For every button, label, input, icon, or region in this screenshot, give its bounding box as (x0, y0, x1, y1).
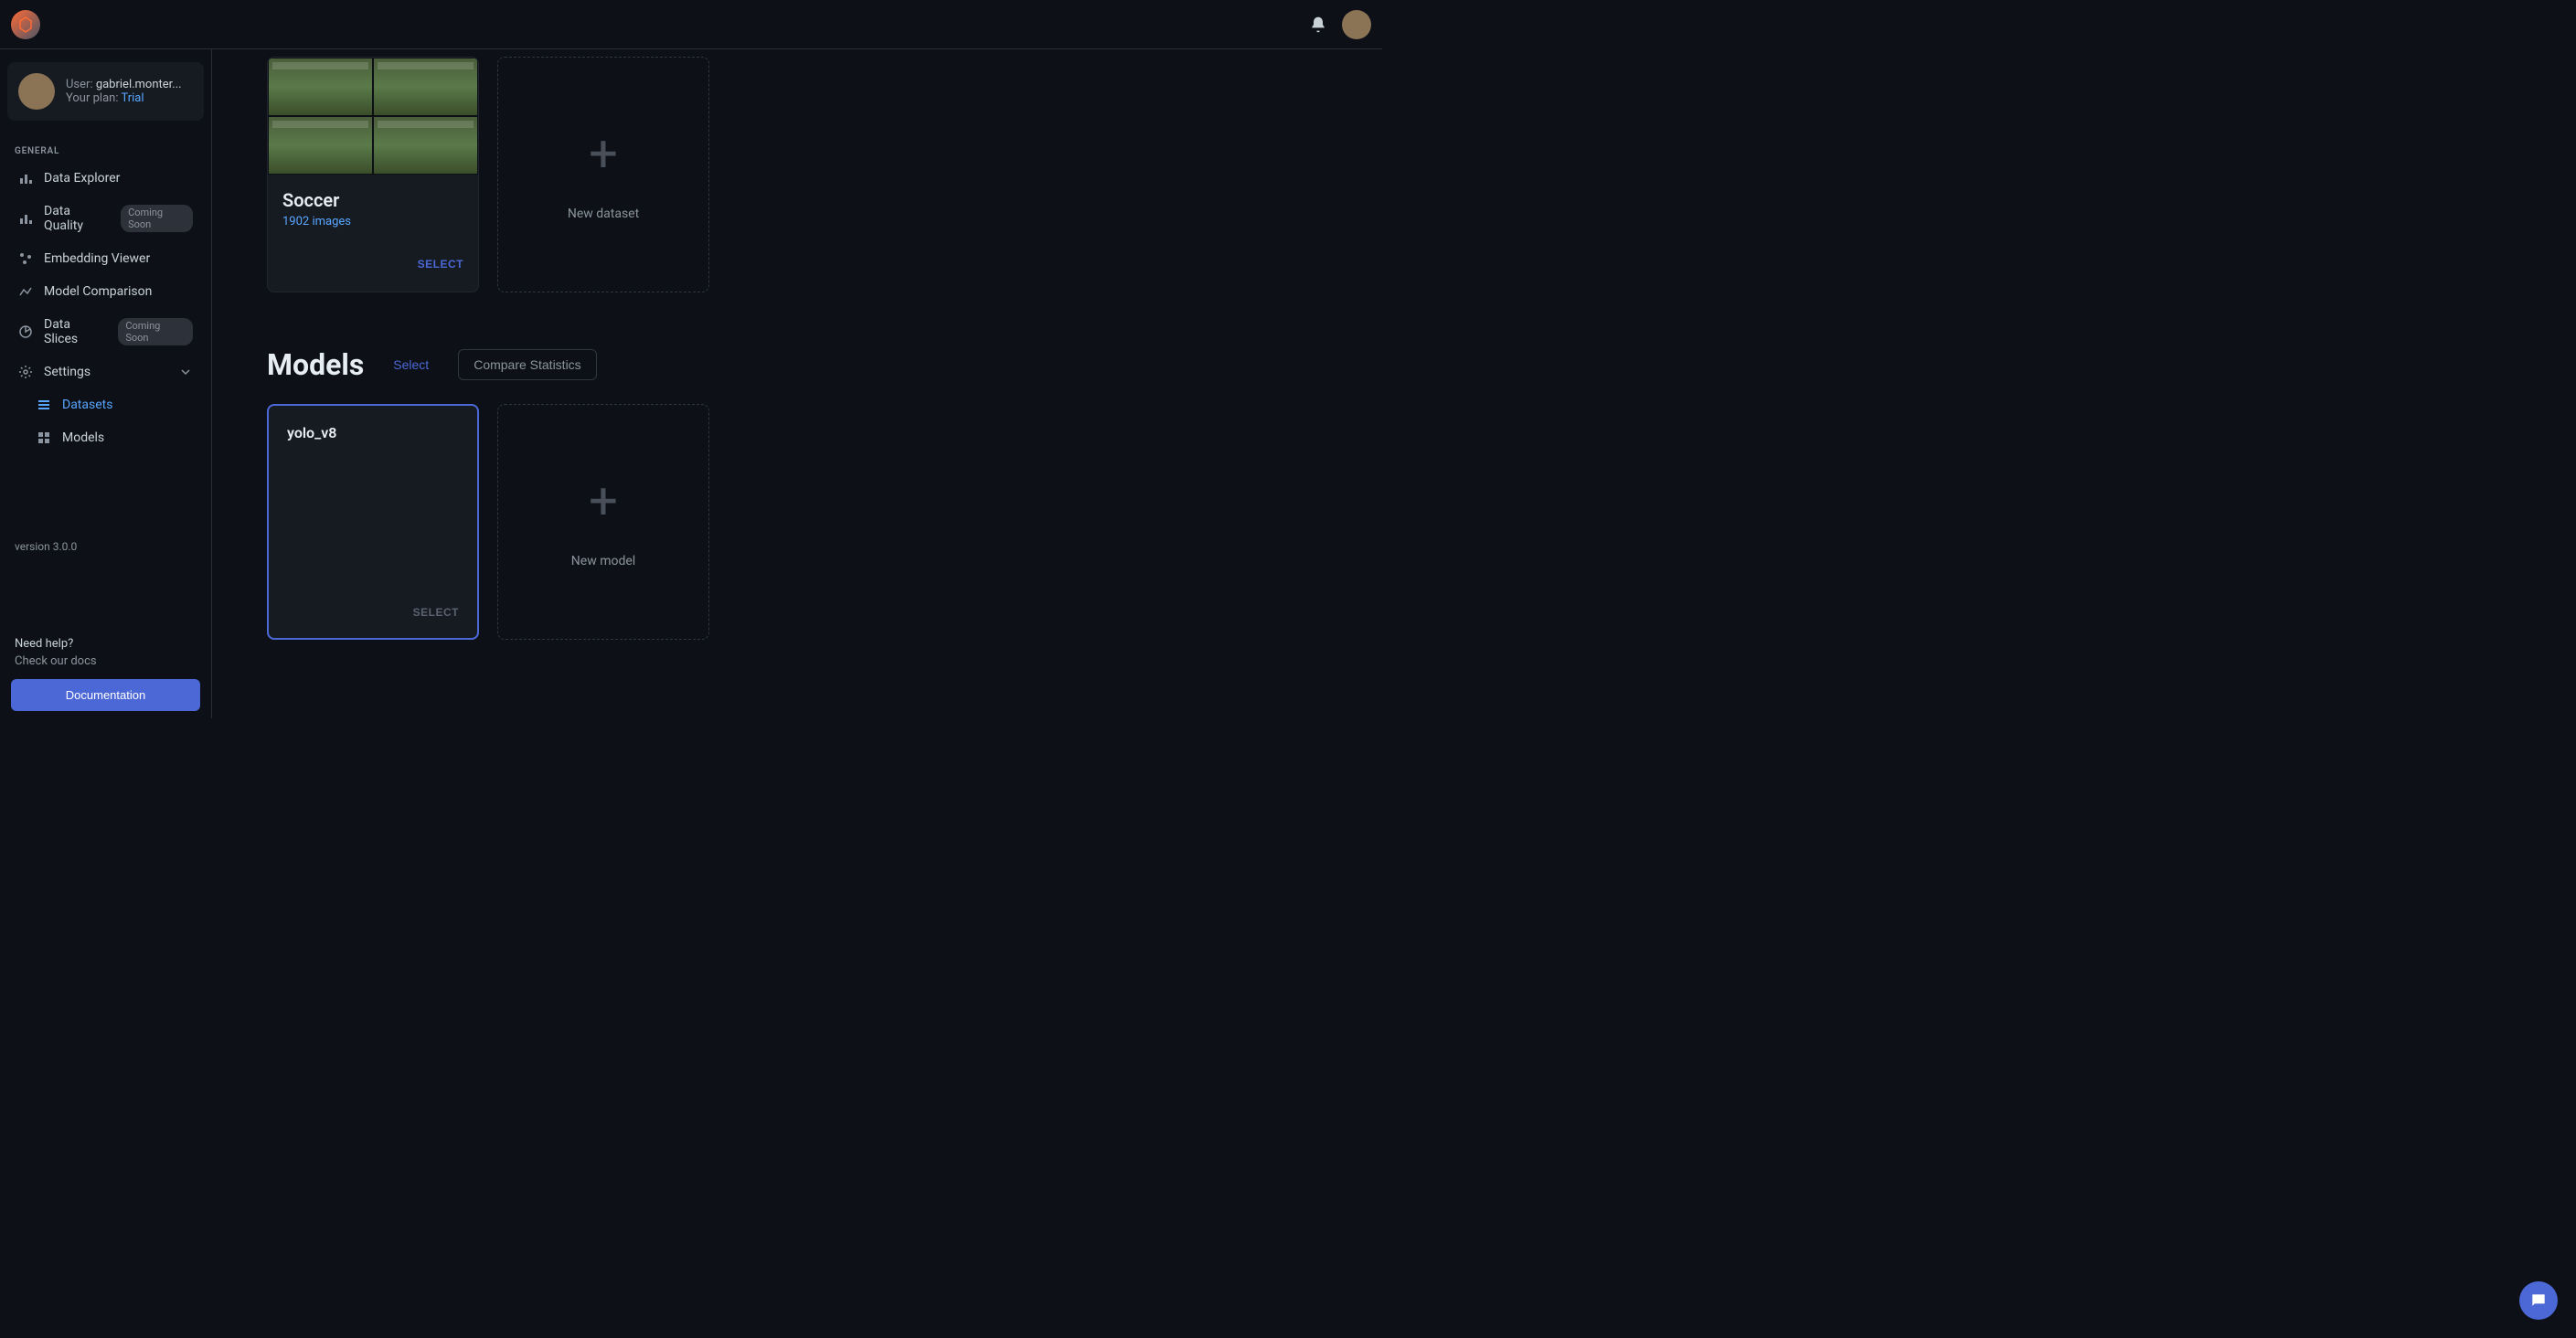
bar-chart-icon (18, 211, 33, 226)
coming-soon-badge: Coming Soon (121, 205, 193, 232)
dataset-card-body: Soccer 1902 images (268, 175, 478, 243)
dataset-thumbnail (268, 58, 478, 175)
chat-icon (2529, 1291, 2548, 1310)
topbar (0, 0, 1382, 49)
help-title: Need help? (11, 633, 200, 654)
scatter-icon (18, 251, 33, 266)
sidebar-item-label: Models (62, 430, 104, 445)
documentation-button[interactable]: Documentation (11, 679, 200, 711)
sidebar-item-label: Model Comparison (44, 284, 152, 299)
sidebar-item-model-comparison[interactable]: Model Comparison (7, 275, 204, 308)
thumb-image (268, 116, 373, 175)
sidebar-item-label: Datasets (62, 398, 112, 412)
new-model-label: New model (571, 554, 635, 568)
sidebar-item-datasets[interactable]: Datasets (7, 388, 204, 421)
select-button[interactable]: SELECT (418, 258, 463, 271)
model-select-area: SELECT (287, 602, 459, 620)
user-avatar (18, 73, 55, 110)
sidebar-item-data-slices[interactable]: Data Slices Coming Soon (7, 308, 204, 356)
sidebar-item-models[interactable]: Models (7, 421, 204, 454)
grid-icon (37, 430, 51, 445)
models-title: Models (267, 347, 364, 382)
user-card[interactable]: User: gabriel.monter... Your plan: Trial (7, 62, 204, 121)
main-content: Soccer 1902 images SELECT + New dataset … (212, 49, 1382, 718)
chat-widget-button[interactable] (2519, 1281, 2558, 1320)
sidebar-item-data-quality[interactable]: Data Quality Coming Soon (7, 195, 204, 242)
version-text: version 3.0.0 (11, 533, 200, 560)
card-select-area: SELECT (268, 243, 478, 284)
sidebar: User: gabriel.monter... Your plan: Trial… (0, 49, 212, 718)
select-button[interactable]: SELECT (413, 606, 459, 619)
user-name: User: gabriel.monter... (66, 78, 193, 91)
compare-statistics-button[interactable]: Compare Statistics (458, 349, 596, 380)
notification-icon[interactable] (1309, 16, 1327, 34)
plus-icon: + (589, 128, 618, 179)
app-logo[interactable] (11, 10, 40, 39)
thumb-image (268, 58, 373, 116)
new-dataset-card[interactable]: + New dataset (497, 57, 709, 292)
dataset-card-soccer[interactable]: Soccer 1902 images SELECT (267, 57, 479, 292)
bar-chart-icon (18, 171, 33, 186)
user-avatar-top[interactable] (1342, 10, 1371, 39)
help-subtitle: Check our docs (11, 654, 200, 679)
trend-icon (18, 284, 33, 299)
models-row: yolo_v8 SELECT + New model (267, 404, 1346, 640)
sidebar-item-label: Data Slices (44, 317, 107, 346)
sidebar-item-label: Embedding Viewer (44, 251, 150, 266)
dataset-title: Soccer (282, 189, 463, 211)
new-dataset-label: New dataset (568, 207, 639, 221)
models-select-button[interactable]: Select (393, 357, 429, 372)
sidebar-section-general: GENERAL (7, 139, 204, 162)
datasets-row: Soccer 1902 images SELECT + New dataset (267, 57, 1346, 292)
sidebar-item-embedding-viewer[interactable]: Embedding Viewer (7, 242, 204, 275)
chevron-down-icon (178, 365, 193, 379)
sidebar-item-label: Settings (44, 365, 90, 379)
list-icon (37, 398, 51, 412)
dataset-image-count: 1902 images (282, 215, 463, 228)
model-title: yolo_v8 (287, 424, 459, 441)
main-layout: User: gabriel.monter... Your plan: Trial… (0, 49, 1382, 718)
thumb-image (373, 58, 478, 116)
plus-icon: + (589, 475, 618, 526)
models-section-header: Models Select Compare Statistics (267, 347, 1346, 382)
pie-icon (18, 324, 33, 339)
model-card-yolo-v8[interactable]: yolo_v8 SELECT (267, 404, 479, 640)
sidebar-footer: version 3.0.0 Need help? Check our docs … (7, 533, 204, 711)
new-model-card[interactable]: + New model (497, 404, 709, 640)
topbar-right (1309, 10, 1371, 39)
thumb-image (373, 116, 478, 175)
user-info: User: gabriel.monter... Your plan: Trial (66, 78, 193, 105)
sidebar-item-settings[interactable]: Settings (7, 356, 204, 388)
coming-soon-badge: Coming Soon (118, 318, 193, 345)
gear-icon (18, 365, 33, 379)
sidebar-item-data-explorer[interactable]: Data Explorer (7, 162, 204, 195)
logo-icon (16, 16, 35, 34)
sidebar-item-label: Data Explorer (44, 171, 120, 186)
sidebar-item-label: Data Quality (44, 204, 110, 233)
user-plan: Your plan: Trial (66, 91, 193, 105)
